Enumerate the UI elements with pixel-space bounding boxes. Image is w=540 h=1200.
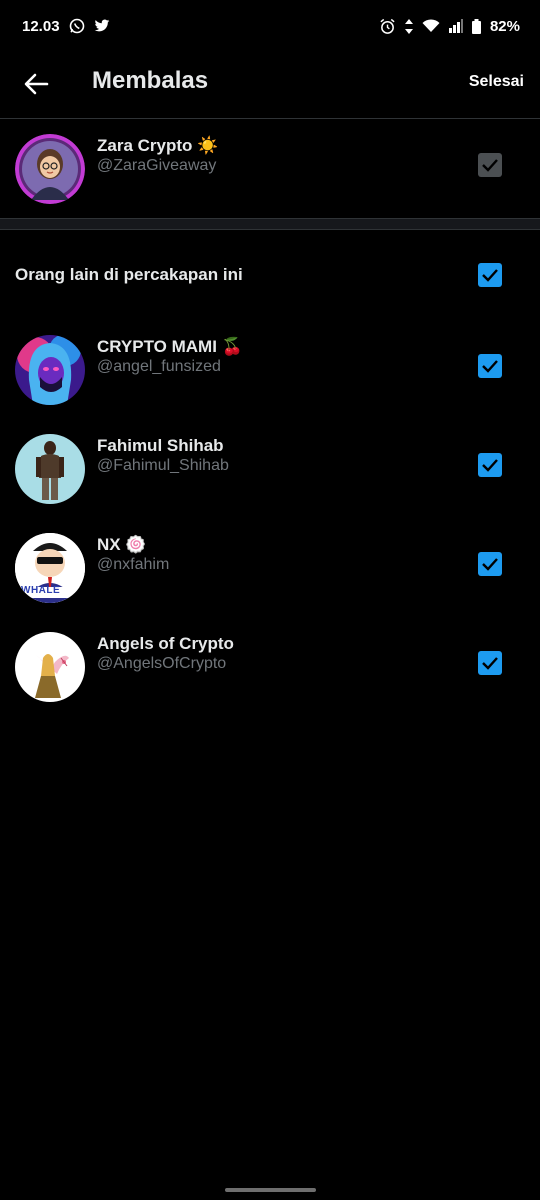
user-checkbox[interactable]	[478, 651, 502, 675]
select-all-checkbox[interactable]	[478, 263, 502, 287]
check-icon	[482, 459, 498, 472]
user-checkbox[interactable]	[478, 453, 502, 477]
wifi-icon	[422, 19, 440, 33]
status-right: 82%	[379, 18, 520, 35]
avatar-banner-text: WHALE	[21, 585, 61, 596]
list-item: Angels of Crypto @AngelsOfCrypto	[0, 632, 540, 702]
primary-user-row: Zara Crypto ☀️ @ZaraGiveaway	[0, 134, 540, 204]
avatar	[15, 134, 85, 204]
status-bar: 12.03 82%	[0, 0, 540, 52]
user-checkbox[interactable]	[478, 354, 502, 378]
battery-icon	[471, 18, 481, 34]
status-time: 12.03	[22, 17, 60, 35]
section-label: Orang lain di percakapan ini	[15, 265, 243, 284]
page-title: Membalas	[92, 67, 209, 94]
user-name: Zara Crypto ☀️	[97, 136, 219, 155]
user-handle: @nxfahim	[97, 556, 170, 573]
check-icon	[482, 159, 498, 172]
user-handle: @AngelsOfCrypto	[97, 655, 227, 672]
user-name: CRYPTO MAMI 🍒	[97, 337, 243, 356]
user-handle: @ZaraGiveaway	[97, 157, 217, 174]
home-indicator[interactable]	[225, 1188, 316, 1192]
user-handle: @angel_funsized	[97, 358, 221, 375]
check-icon	[482, 360, 498, 373]
section-divider	[0, 218, 540, 230]
user-name: Angels of Crypto	[97, 634, 234, 653]
avatar	[15, 335, 85, 405]
user-name: Fahimul Shihab	[97, 436, 224, 455]
avatar	[15, 632, 85, 702]
twitter-icon	[94, 19, 110, 33]
user-handle: @Fahimul_Shihab	[97, 457, 229, 474]
status-left: 12.03	[22, 18, 110, 35]
whatsapp-icon	[69, 18, 85, 34]
list-item: Fahimul Shihab @Fahimul_Shihab	[0, 434, 540, 504]
battery-percent: 82%	[489, 17, 520, 35]
primary-user-checkbox[interactable]	[478, 153, 502, 177]
check-icon	[482, 657, 498, 670]
check-icon	[482, 558, 498, 571]
data-arrows-icon	[404, 18, 413, 34]
user-name: NX 🍥	[97, 535, 147, 554]
user-checkbox[interactable]	[478, 552, 502, 576]
done-button[interactable]: Selesai	[469, 73, 524, 91]
signal-icon	[448, 19, 463, 33]
avatar	[15, 434, 85, 504]
back-button[interactable]	[20, 68, 52, 100]
alarm-icon	[379, 18, 396, 35]
list-item: WHALE NX 🍥 @nxfahim	[0, 533, 540, 603]
arrow-left-icon	[24, 73, 49, 95]
check-icon	[482, 269, 498, 282]
list-item: CRYPTO MAMI 🍒 @angel_funsized	[0, 335, 540, 405]
avatar: WHALE	[15, 533, 85, 603]
top-app-bar: Membalas Selesai	[0, 52, 540, 119]
